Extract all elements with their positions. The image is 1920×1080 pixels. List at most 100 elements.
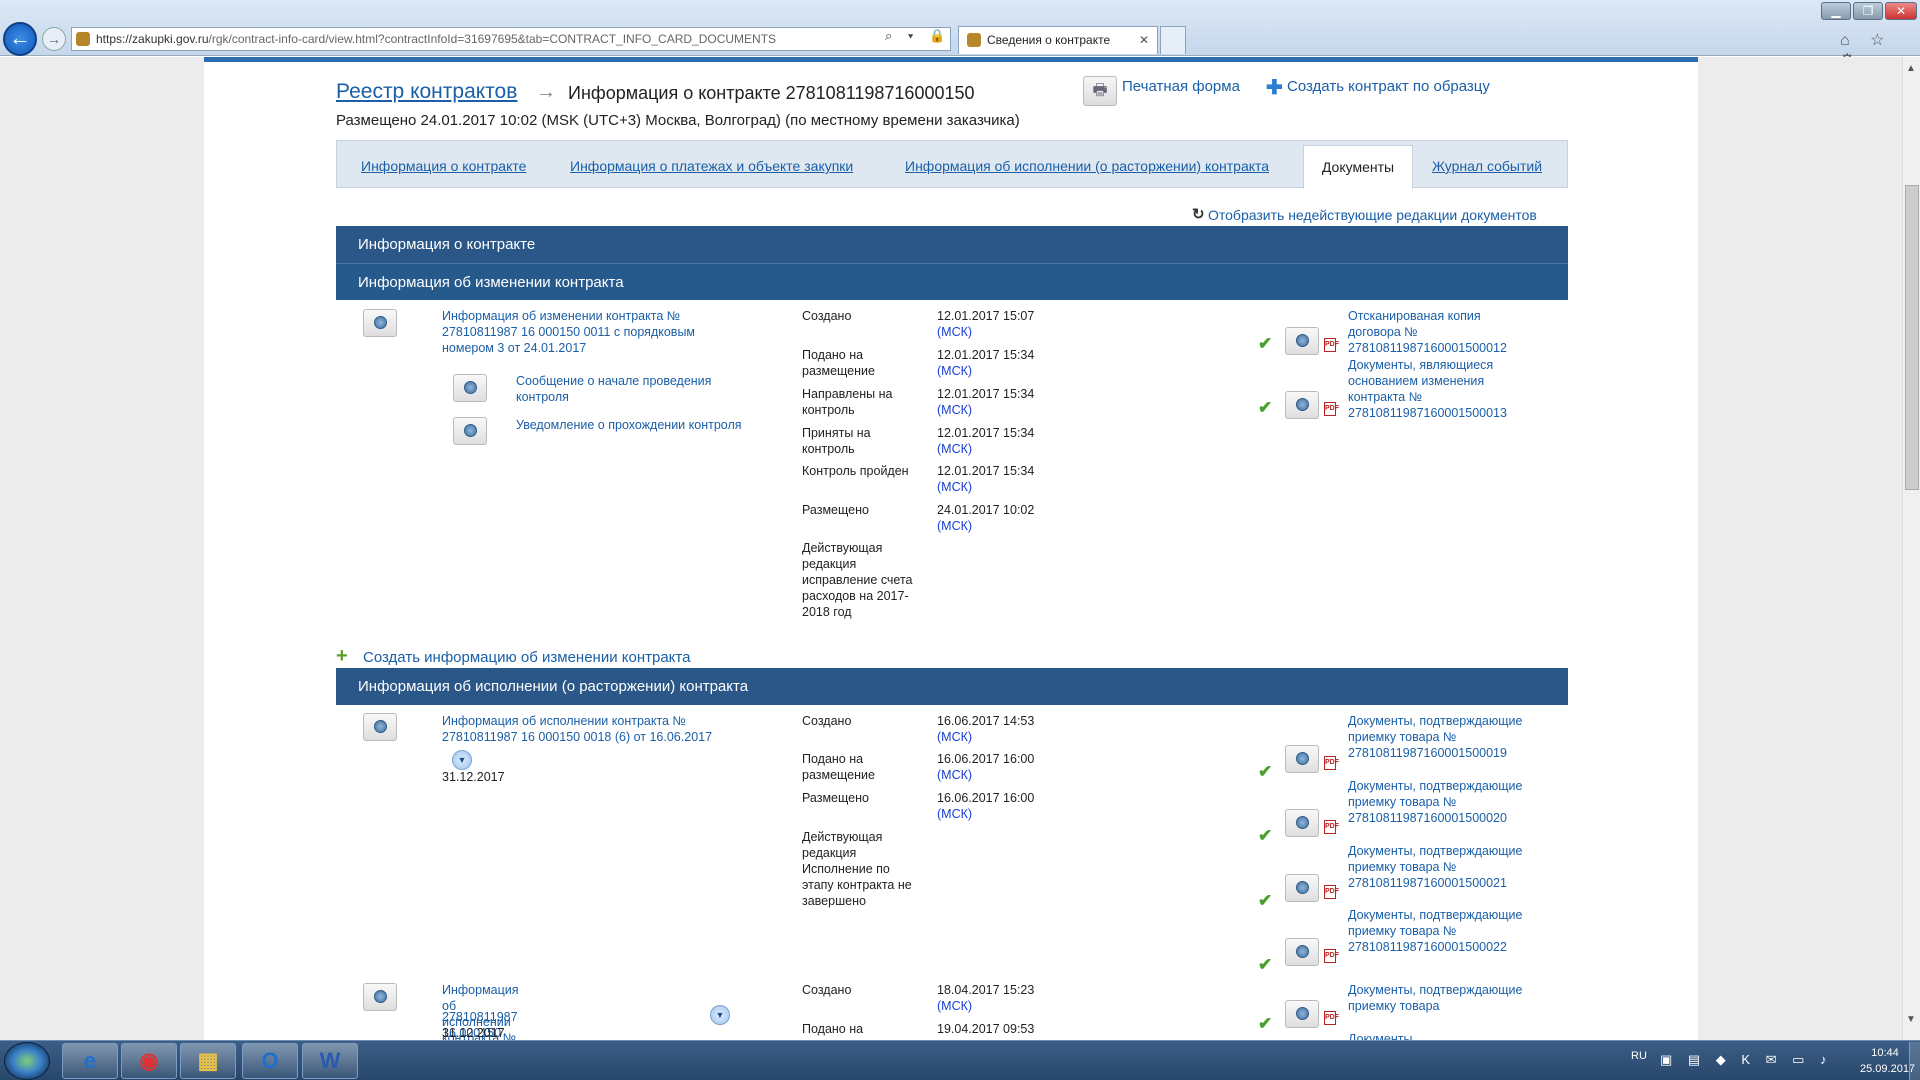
section-contract-change: Информация об изменении контракта (336, 263, 1568, 300)
check-icon: ✔ (1258, 826, 1273, 845)
language-indicator[interactable]: RU (1631, 1050, 1647, 1062)
print-form-link[interactable]: Печатная форма (1122, 78, 1240, 95)
new-tab-button[interactable] (1160, 26, 1186, 54)
document-seal-icon[interactable] (1285, 745, 1319, 773)
attachment-link[interactable]: Отсканированая копия договора № 27810811… (1348, 308, 1533, 356)
event-time: 12.01.2017 15:34 (МСК) (937, 426, 1035, 456)
event-label: Приняты на контроль (802, 426, 871, 456)
attachment-link[interactable]: Документы, подтверждающие приемку товара (1348, 982, 1523, 1014)
event-label: Подано на (802, 1022, 864, 1036)
event-label: Контроль пройден (802, 464, 909, 478)
url-domain: https://zakupki.gov.ru (96, 32, 209, 46)
browser-titlebar: ▁ ❐ ✕ ← → https://zakupki.gov.ru/rgk/con… (0, 0, 1920, 69)
attachment-link-cut[interactable]: Документы (1348, 1031, 1412, 1040)
minimize-button[interactable]: ▁ (1821, 2, 1851, 20)
forward-button[interactable]: → (42, 27, 66, 51)
document-seal-icon[interactable] (453, 417, 487, 445)
check-icon: ✔ (1258, 334, 1273, 353)
document-seal-icon[interactable] (363, 983, 397, 1011)
maximize-button[interactable]: ❐ (1853, 2, 1883, 20)
pdf-icon[interactable]: PDF (1324, 402, 1339, 416)
pdf-icon[interactable]: PDF (1324, 949, 1339, 963)
chevron-down-icon[interactable]: ▼ (452, 750, 472, 770)
site-favicon-icon (76, 32, 90, 46)
chevron-down-icon[interactable]: ▼ (710, 1005, 730, 1025)
version-note: Действующая редакция исправление счета р… (802, 541, 913, 619)
event-time: 12.01.2017 15:07 (МСК) (937, 309, 1035, 339)
section-execution: Информация об исполнении (о расторжении)… (336, 668, 1568, 705)
document-seal-icon[interactable] (1285, 327, 1319, 355)
document-seal-icon[interactable] (363, 713, 397, 741)
attachment-link[interactable]: Документы, подтверждающие приемку товара… (1348, 907, 1523, 955)
show-desktop-button[interactable] (1909, 1042, 1920, 1080)
execution-doc-link[interactable]: Информация об исполнении контракта № 278… (442, 713, 752, 745)
attachment-link[interactable]: Документы, являющиеся основанием изменен… (1348, 357, 1533, 421)
attachment-link[interactable]: Документы, подтверждающие приемку товара… (1348, 778, 1523, 826)
create-by-sample-link[interactable]: Создать контракт по образцу (1287, 78, 1490, 95)
browser-tab[interactable]: Сведения о контракте ✕ (958, 26, 1158, 54)
printer-icon[interactable]: 🖶 (1083, 76, 1117, 106)
execution-date: 31.12.2017 (442, 770, 505, 784)
execution-date: 31.12.2017 (442, 1026, 505, 1040)
tab-execution[interactable]: Информация об исполнении (о расторжении)… (905, 158, 1269, 174)
event-time: 12.01.2017 15:34 (МСК) (937, 387, 1035, 417)
pdf-icon[interactable]: PDF (1324, 338, 1339, 352)
internet-explorer-icon[interactable]: e (62, 1043, 118, 1079)
url-path: /rgk/contract-info-card/view.html?contra… (208, 32, 777, 46)
chrome-icon[interactable]: ◉ (121, 1043, 177, 1079)
start-button[interactable] (4, 1042, 50, 1080)
outlook-icon[interactable]: O (242, 1043, 298, 1079)
page-right-margin (1698, 57, 1902, 1040)
pdf-icon[interactable]: PDF (1324, 885, 1339, 899)
attachment-link[interactable]: Документы, подтверждающие приемку товара… (1348, 843, 1523, 891)
scrollbar-thumb[interactable] (1905, 185, 1919, 490)
tab-contract-info[interactable]: Информация о контракте (361, 158, 526, 174)
refresh-icon: ↻ (1192, 206, 1205, 223)
file-explorer-icon[interactable]: ▦ (180, 1043, 236, 1079)
scroll-up-icon[interactable]: ▲ (1906, 63, 1916, 74)
breadcrumb-arrow-icon: → (536, 81, 556, 103)
document-seal-icon[interactable] (1285, 1000, 1319, 1028)
event-label: Размещено (802, 791, 869, 805)
version-note: Действующая редакция Исполнение по этапу… (802, 830, 912, 908)
vertical-scrollbar[interactable]: ▲ ▼ (1902, 57, 1920, 1040)
section-contract-info: Информация о контракте (336, 226, 1568, 263)
pdf-icon[interactable]: PDF (1324, 820, 1339, 834)
show-invalid-versions-link[interactable]: Отобразить недействующие редакции докуме… (1208, 207, 1537, 223)
change-doc-link[interactable]: Информация об изменении контракта № 2781… (442, 308, 742, 356)
control-passed-link[interactable]: Уведомление о прохождении контроля (516, 417, 746, 433)
page-title: Информация о контракте 27810811987160001… (568, 83, 975, 103)
event-time: 16.06.2017 16:00 (МСК) (937, 752, 1035, 782)
scroll-down-icon[interactable]: ▼ (1906, 1014, 1916, 1025)
close-window-button[interactable]: ✕ (1885, 2, 1917, 20)
pdf-icon[interactable]: PDF (1324, 756, 1339, 770)
document-seal-icon[interactable] (1285, 391, 1319, 419)
clock[interactable]: 10:44 25.09.2017 (1860, 1045, 1915, 1077)
tab-event-log[interactable]: Журнал событий (1432, 158, 1542, 174)
tab-documents[interactable]: Документы (1303, 145, 1413, 189)
event-time: 12.01.2017 15:34 (МСК) (937, 348, 1035, 378)
document-seal-icon[interactable] (453, 374, 487, 402)
event-time: 16.06.2017 14:53 (МСК) (937, 714, 1035, 744)
tab-payments[interactable]: Информация о платежах и объекте закупки (570, 158, 853, 174)
green-plus-icon: + (336, 645, 348, 667)
word-icon[interactable]: W (302, 1043, 358, 1079)
create-change-info-link[interactable]: Создать информацию об изменении контракт… (363, 649, 690, 666)
document-seal-icon[interactable] (363, 309, 397, 337)
tab-close-icon[interactable]: ✕ (1139, 27, 1149, 53)
attachment-link[interactable]: Документы, подтверждающие приемку товара… (1348, 713, 1523, 761)
document-seal-icon[interactable] (1285, 809, 1319, 837)
tab-title: Сведения о контракте (987, 33, 1111, 47)
address-bar[interactable]: https://zakupki.gov.ru/rgk/contract-info… (71, 27, 951, 51)
windows-taskbar: e ◉ ▦ O W RU ▣ ▤ ◆ K ✉ ▭ ♪ 10:44 25.09.20… (0, 1040, 1920, 1080)
check-icon: ✔ (1258, 398, 1273, 417)
event-label: Создано (802, 714, 852, 728)
pdf-icon[interactable]: PDF (1324, 1011, 1339, 1025)
document-seal-icon[interactable] (1285, 938, 1319, 966)
control-start-link[interactable]: Сообщение о начале проведения контроля (516, 373, 746, 405)
back-button[interactable]: ← (3, 22, 37, 56)
registry-link[interactable]: Реестр контрактов (336, 80, 517, 104)
event-time: 24.01.2017 10:02 (МСК) (937, 503, 1035, 533)
tray-icons[interactable]: ▣ ▤ ◆ K ✉ ▭ ♪ (1660, 1052, 1833, 1068)
document-seal-icon[interactable] (1285, 874, 1319, 902)
